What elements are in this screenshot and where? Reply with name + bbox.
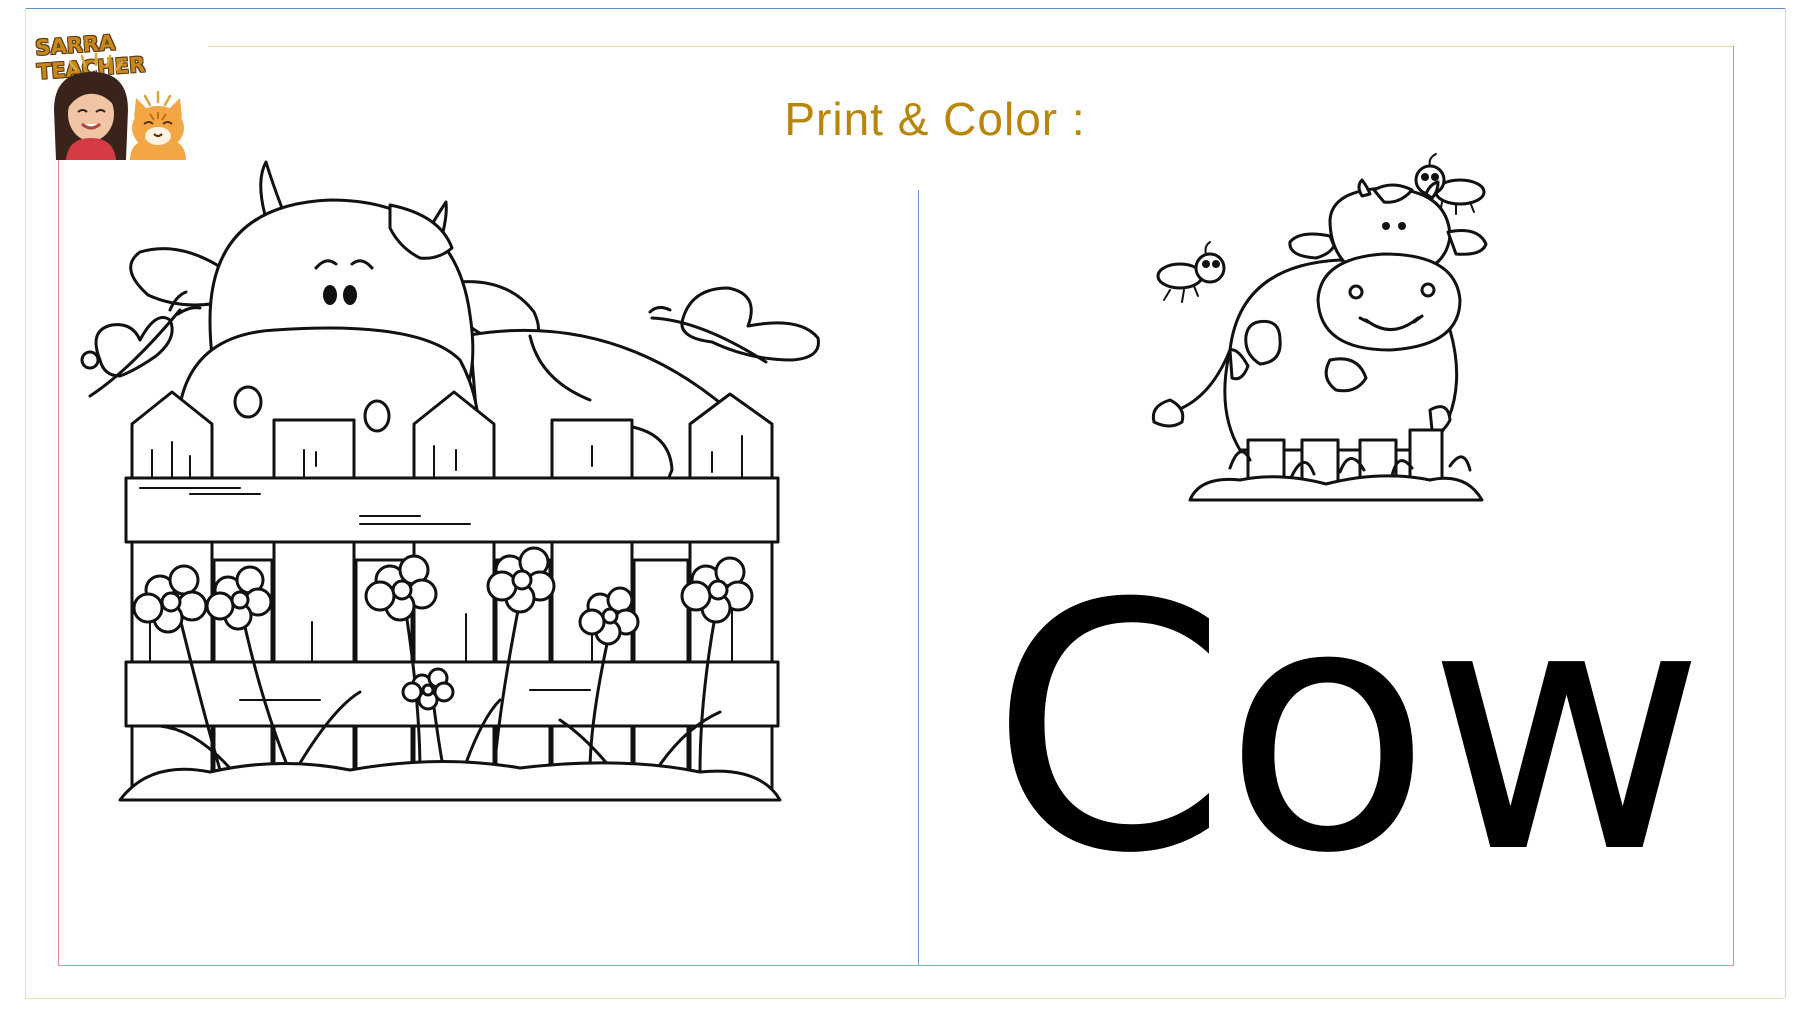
frame-line — [25, 8, 1785, 9]
frame-line — [58, 160, 59, 965]
frame-line — [25, 998, 1785, 999]
worksheet-page: SARRA TEACHER Print & Color: Cow — [0, 0, 1800, 1012]
frame-line — [208, 46, 1734, 47]
vocabulary-word: Cow — [990, 532, 1706, 928]
butterfly-right-icon — [648, 286, 820, 364]
cow-fence-coloring-icon — [80, 160, 820, 802]
frame-line — [58, 965, 1734, 966]
frame-line — [1785, 8, 1786, 998]
fly-icon — [1156, 241, 1226, 303]
page-title: Print & Color : — [784, 93, 1086, 145]
cow-standing-coloring-icon — [1151, 153, 1488, 502]
frame-line — [25, 8, 26, 998]
butterfly-left-icon — [80, 290, 202, 398]
frame-line — [1733, 46, 1734, 966]
